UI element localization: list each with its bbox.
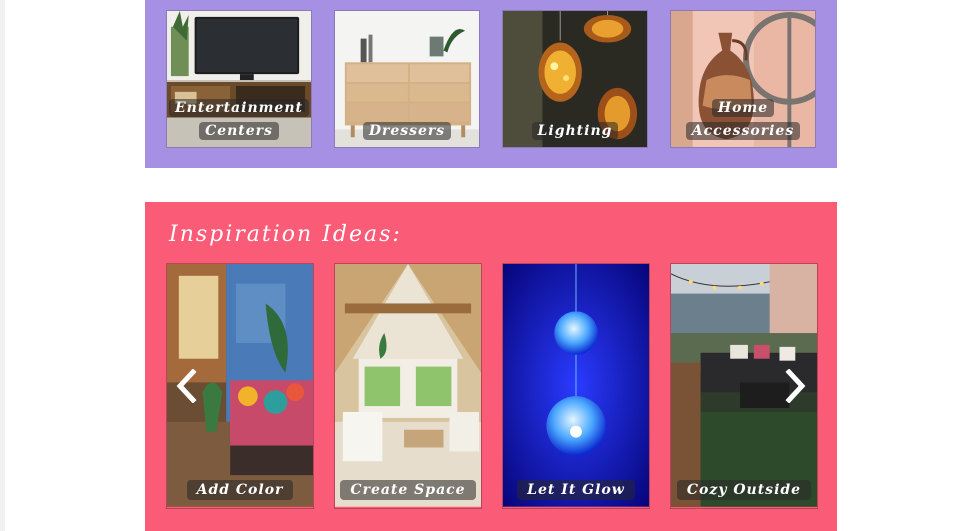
- category-card-dressers[interactable]: Dressers: [334, 10, 480, 148]
- category-card-lighting[interactable]: Lighting: [502, 10, 648, 148]
- inspiration-section: Inspiration Ideas: Add Color Create Spac…: [145, 202, 837, 531]
- category-label-line1: Dressers: [362, 122, 452, 140]
- category-label-line2: Centers: [199, 122, 279, 140]
- glowing-orbs-image: [503, 264, 649, 507]
- category-label-line1: Lighting: [531, 122, 619, 140]
- inspiration-card-label: Add Color: [186, 480, 294, 500]
- category-label-line1: Entertainment: [168, 99, 309, 117]
- chevron-right-icon: [785, 369, 806, 403]
- category-section: Entertainment Centers Dressers Lighting …: [145, 0, 837, 168]
- inspiration-card-label: Let It Glow: [517, 480, 635, 500]
- carousel-next-button[interactable]: [781, 368, 811, 404]
- inspiration-title: Inspiration Ideas:: [169, 222, 402, 247]
- inspiration-card-create-space[interactable]: Create Space: [334, 263, 482, 509]
- category-label-line2: Accessories: [685, 122, 801, 140]
- category-label-line1: Home: [711, 99, 775, 117]
- a-frame-loft-image: [335, 264, 481, 507]
- chevron-left-icon: [176, 369, 197, 403]
- page-gutter: [0, 0, 5, 531]
- carousel-prev-button[interactable]: [171, 368, 201, 404]
- category-card-entertainment[interactable]: Entertainment Centers: [166, 10, 312, 148]
- inspiration-card-let-it-glow[interactable]: Let It Glow: [502, 263, 650, 509]
- category-card-home-accessories[interactable]: Home Accessories: [670, 10, 816, 148]
- inspiration-card-label: Cozy Outside: [676, 480, 812, 500]
- inspiration-card-label: Create Space: [340, 480, 476, 500]
